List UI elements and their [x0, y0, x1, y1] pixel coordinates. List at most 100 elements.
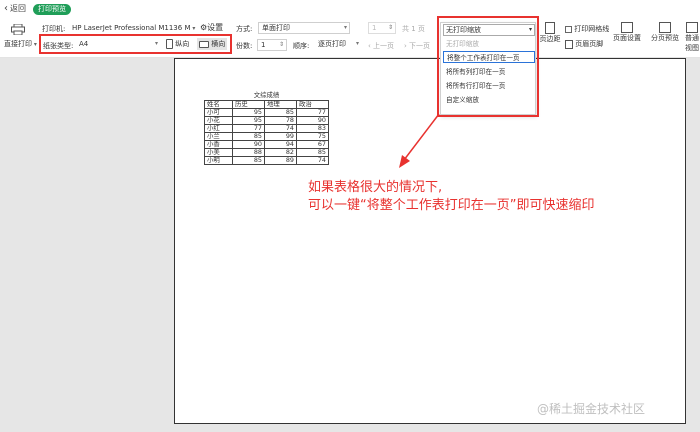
header-footer-button[interactable]: 页眉页脚 [565, 39, 603, 49]
table-cell: 74 [264, 123, 297, 133]
table-cell: 77 [296, 107, 329, 117]
header-footer-label: 页眉页脚 [575, 40, 604, 48]
back-label: 返回 [10, 4, 26, 13]
table-row: 小明 85 89 74 [204, 155, 329, 165]
direct-print-button[interactable]: 直接打印 ▾ [4, 39, 37, 49]
table-cell: 89 [264, 155, 297, 165]
watermark: @稀土掘金技术社区 [537, 402, 646, 416]
table-cell: 85 [296, 147, 329, 157]
table-cell: 94 [264, 139, 297, 149]
annotation-line-1: 如果表格很大的情况下, [308, 180, 443, 195]
chevron-down-icon: ▾ [355, 40, 359, 47]
header-footer-icon [565, 39, 573, 49]
copies-input[interactable]: 1 ⇕ [257, 39, 287, 51]
bottom-gray-strip [174, 424, 686, 432]
table-cell: 小香 [204, 139, 233, 149]
table-cell: 85 [232, 131, 265, 141]
printer-value: HP LaserJet Professional M1136 M [72, 24, 191, 32]
grid-icon [686, 22, 698, 33]
table-header-cell: 政治 [296, 99, 329, 109]
order-label: 顺序: [293, 42, 310, 50]
table-cell: 77 [232, 123, 265, 133]
direct-print-label: 直接打印 [4, 40, 32, 48]
table-cell: 99 [264, 131, 297, 141]
table-header-cell: 地理 [264, 99, 297, 109]
page-setup-label: 页面设置 [613, 34, 641, 42]
table-cell: 小美 [204, 147, 233, 157]
table-cell: 74 [296, 155, 329, 165]
table-cell: 小明 [204, 155, 233, 165]
annotation-line-2: 可以一键“将整个工作表打印在一页”即可快速缩印 [308, 198, 595, 213]
table-cell: 90 [232, 139, 265, 149]
page-preview-label: 分页预览 [651, 34, 679, 42]
page-setup-button[interactable]: 页面设置 [610, 22, 644, 43]
stepper-icon: ⇕ [278, 41, 284, 48]
next-page-button[interactable]: › 下一页 [404, 41, 430, 51]
next-page-label: 下一页 [409, 42, 431, 50]
table-header-row: 姓名 历史 地理 政治 [204, 99, 329, 109]
order-select[interactable]: 逐页打印 ▾ [315, 39, 361, 51]
page-number-input[interactable]: 1 ⇕ [368, 22, 396, 34]
margins-button[interactable]: 页边距 [538, 22, 562, 44]
table-cell: 67 [296, 139, 329, 149]
checkbox-icon [565, 25, 572, 33]
mode-label: 方式: [236, 25, 253, 33]
left-gray-panel [0, 58, 174, 432]
tab-print-preview[interactable]: 打印预览 [33, 4, 71, 15]
page-number-value: 1 [372, 24, 377, 32]
table-cell: 85 [232, 155, 265, 165]
back-button[interactable]: ‹ 返回 [4, 3, 26, 14]
table-cell: 75 [296, 131, 329, 141]
table-header-cell: 历史 [232, 99, 265, 109]
prev-page-button[interactable]: ‹ 上一页 [368, 41, 394, 51]
highlight-box-scale-dropdown [437, 16, 539, 117]
mode-value: 单面打印 [262, 24, 290, 32]
prev-page-label: 上一页 [373, 42, 395, 50]
table-cell: 95 [232, 107, 265, 117]
table-row: 小可 95 85 77 [204, 107, 329, 117]
total-pages: 共 1 页 [402, 25, 425, 33]
table-cell: 83 [296, 123, 329, 133]
print-gridlines-toggle[interactable]: 打印网格线 [565, 24, 609, 34]
table-cell: 小花 [204, 115, 233, 125]
table-row: 小红 77 74 83 [204, 123, 329, 133]
settings-label: 设置 [207, 23, 224, 32]
printer-icon[interactable] [11, 24, 25, 35]
table-row: 小兰 85 99 75 [204, 131, 329, 141]
table-row: 小花 95 78 90 [204, 115, 329, 125]
printer-label: 打印机: [42, 25, 66, 33]
settings-button[interactable]: ⚙设置 [200, 22, 223, 33]
chevron-down-icon: ▾ [32, 41, 37, 48]
score-table: 文综成绩 姓名 历史 地理 政治 小可 95 85 77 小花 95 78 90 小红 77 7… [204, 92, 329, 165]
table-title: 文综成绩 [253, 91, 280, 100]
page-preview-button[interactable]: 分页预览 [648, 22, 682, 43]
highlight-box-paper-type [39, 34, 232, 54]
table-cell: 小可 [204, 107, 233, 117]
chevron-left-icon: ‹ [4, 3, 8, 14]
printer-select[interactable]: HP LaserJet Professional M1136 M ▾ [72, 24, 195, 32]
copies-value: 1 [261, 41, 266, 49]
chevron-down-icon: ▾ [343, 24, 347, 31]
table-cell: 90 [296, 115, 329, 125]
table-cell: 85 [264, 107, 297, 117]
table-cell: 小兰 [204, 131, 233, 141]
normal-view-label: 普通视图 [685, 34, 699, 52]
page-break-icon [659, 22, 671, 33]
chevron-down-icon: ▾ [190, 25, 196, 32]
margins-label: 页边距 [539, 35, 561, 43]
mode-select[interactable]: 单面打印 ▾ [258, 22, 350, 34]
table-cell: 78 [264, 115, 297, 125]
print-gridlines-label: 打印网格线 [574, 25, 610, 33]
table-row: 小美 88 82 85 [204, 147, 329, 157]
page-setup-icon [621, 22, 633, 33]
top-bar: ‹ 返回 打印预览 [0, 0, 700, 18]
order-value: 逐页打印 [318, 40, 346, 48]
margins-icon [545, 22, 555, 34]
table-cell: 95 [232, 115, 265, 125]
red-arrow [399, 113, 440, 168]
right-gray-panel [686, 58, 700, 432]
stepper-icon: ⇕ [387, 24, 393, 31]
table-cell: 88 [232, 147, 265, 157]
normal-view-button[interactable]: 普通视图 [684, 22, 700, 53]
table-header-cell: 姓名 [204, 99, 233, 109]
